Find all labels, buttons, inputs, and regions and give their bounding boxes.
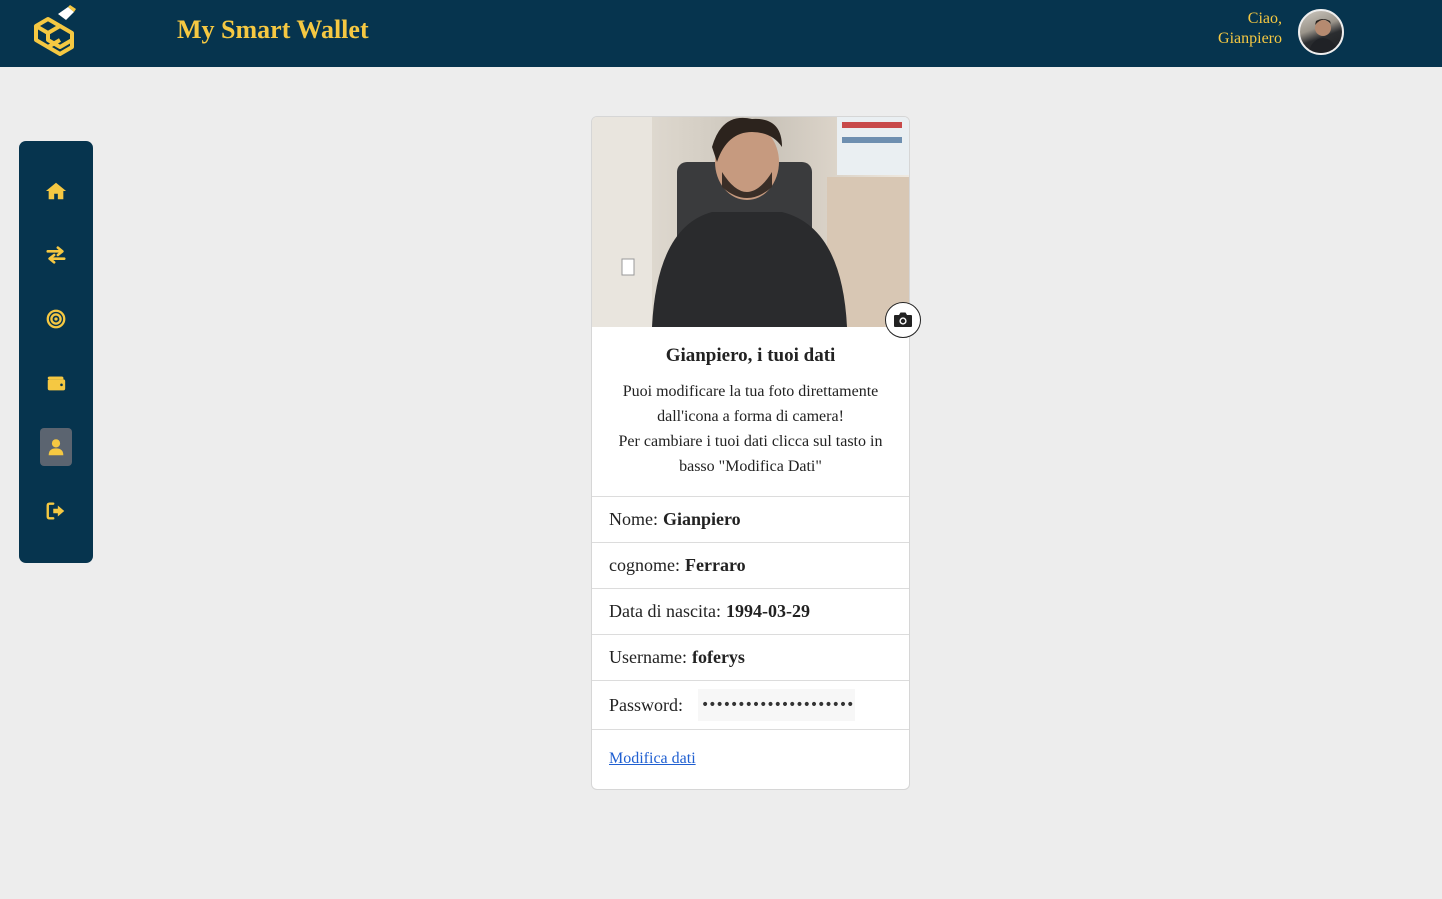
app-title: My Smart Wallet bbox=[177, 15, 369, 44]
top-navbar: My Smart Wallet Ciao, Gianpiero bbox=[0, 0, 1442, 67]
profile-card: Gianpiero, i tuoi dati Puoi modificare l… bbox=[591, 116, 921, 790]
field-password: Password: bbox=[592, 680, 909, 729]
wallet-icon bbox=[47, 376, 66, 391]
field-nome: Nome: Gianpiero bbox=[592, 496, 909, 542]
field-label: cognome: bbox=[609, 555, 680, 575]
card-title: Gianpiero, i tuoi dati bbox=[665, 345, 836, 366]
target-icon bbox=[46, 309, 66, 329]
field-username: Username: foferys bbox=[592, 634, 909, 680]
field-value: Ferraro bbox=[684, 555, 746, 575]
card-footer: Modifica dati bbox=[592, 729, 909, 789]
field-label: Data di nascita: bbox=[609, 601, 721, 621]
sidebar-item-wallet[interactable] bbox=[40, 364, 72, 402]
sidebar-item-goals[interactable] bbox=[40, 300, 72, 338]
user-avatar[interactable] bbox=[1298, 9, 1344, 55]
sidebar-item-home[interactable] bbox=[40, 172, 72, 210]
profile-photo-image bbox=[592, 117, 909, 327]
description-line: basso "Modifica Dati" bbox=[679, 458, 822, 475]
field-cognome: cognome: Ferraro bbox=[592, 542, 909, 588]
description-line: Puoi modificare la tua foto direttamente bbox=[622, 383, 879, 400]
greeting-line: Ciao, bbox=[1247, 10, 1282, 27]
user-profile-icon bbox=[48, 439, 64, 456]
edit-data-link[interactable]: Modifica dati bbox=[609, 750, 696, 767]
greeting-username: Gianpiero bbox=[1218, 30, 1282, 47]
field-data-nascita: Data di nascita: 1994-03-29 bbox=[592, 588, 909, 634]
field-label: Password: bbox=[609, 694, 684, 715]
description-line: Per cambiare i tuoi dati clicca sul tast… bbox=[618, 433, 883, 450]
field-label: Username: bbox=[609, 647, 687, 667]
sidebar-item-logout[interactable] bbox=[40, 492, 72, 530]
sidebar bbox=[19, 141, 93, 563]
camera-icon bbox=[894, 312, 912, 327]
user-greeting: Ciao, Gianpiero bbox=[1218, 9, 1282, 49]
field-label: Nome: bbox=[609, 509, 658, 529]
sidebar-item-profile[interactable] bbox=[40, 428, 72, 466]
field-value: foferys bbox=[691, 647, 745, 667]
home-icon bbox=[45, 182, 67, 200]
password-field[interactable] bbox=[698, 689, 856, 721]
card-description: Puoi modificare la tua foto direttamente… bbox=[604, 379, 897, 479]
sidebar-item-transactions[interactable] bbox=[40, 236, 72, 274]
app-logo-icon[interactable] bbox=[30, 4, 84, 62]
description-line: dall'icona a forma di camera! bbox=[657, 408, 844, 425]
field-value: 1994-03-29 bbox=[725, 601, 810, 621]
transfer-arrows-icon bbox=[46, 246, 66, 264]
logout-icon bbox=[46, 502, 65, 520]
change-photo-button[interactable] bbox=[885, 302, 921, 338]
field-value: Gianpiero bbox=[663, 509, 741, 529]
avatar-person-icon bbox=[1308, 19, 1338, 53]
profile-photo bbox=[592, 117, 909, 327]
